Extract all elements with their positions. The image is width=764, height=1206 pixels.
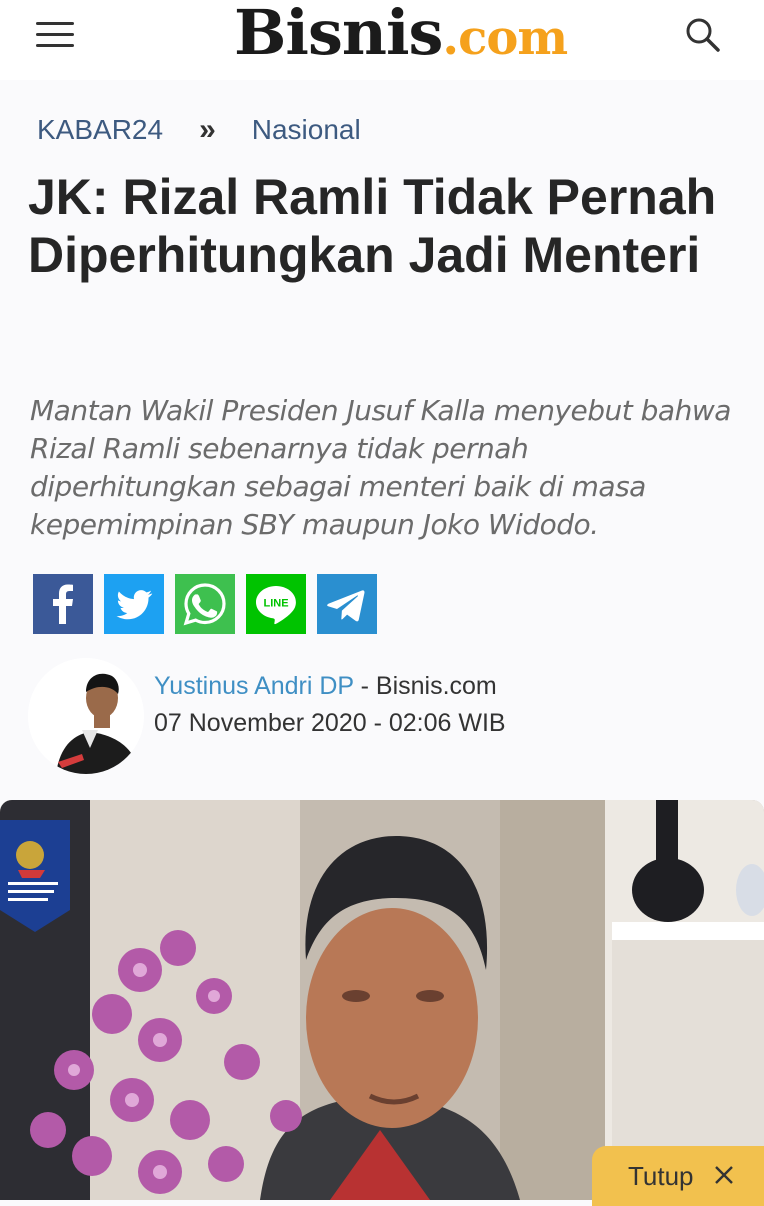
author-source: Bisnis.com (375, 672, 497, 700)
breadcrumb-section-link[interactable]: KABAR24 (37, 114, 163, 146)
line-icon: LINE (256, 586, 296, 625)
breadcrumb-separator: » (199, 113, 216, 146)
close-icon (714, 1161, 734, 1192)
share-line-button[interactable]: LINE (246, 574, 306, 634)
author-avatar[interactable] (28, 658, 144, 774)
telegram-icon (327, 590, 365, 622)
search-icon[interactable] (684, 16, 724, 56)
svg-text:LINE: LINE (263, 598, 288, 610)
close-banner-button[interactable]: Tutup (592, 1146, 764, 1206)
breadcrumb-category-link[interactable]: Nasional (252, 114, 361, 146)
article-lead: Mantan Wakil Presiden Jusuf Kalla menyeb… (30, 394, 731, 541)
share-bar: LINE (33, 574, 377, 634)
article-photo[interactable] (0, 800, 764, 1200)
breadcrumb: KABAR24 » Nasional (37, 110, 361, 150)
share-telegram-button[interactable] (317, 574, 377, 634)
hamburger-menu-icon[interactable] (36, 22, 76, 48)
author-name-link[interactable]: Yustinus Andri DP (154, 672, 354, 700)
site-logo[interactable]: Bisnis .com (234, 0, 568, 76)
share-facebook-button[interactable] (33, 574, 93, 634)
share-twitter-button[interactable] (104, 574, 164, 634)
logo-suffix: .com (442, 10, 568, 66)
close-banner-label: Tutup (628, 1160, 694, 1191)
site-header: Bisnis .com (0, 0, 764, 80)
logo-text: Bisnis (234, 0, 443, 69)
author-line: Yustinus Andri DP - Bisnis.com (154, 672, 497, 701)
publish-date: 07 November 2020 - 02:06 WIB (154, 709, 506, 737)
share-whatsapp-button[interactable] (175, 574, 235, 634)
facebook-icon (53, 584, 73, 624)
article-title: JK: Rizal Ramli Tidak Pernah Diperhitung… (28, 169, 717, 283)
twitter-icon (116, 590, 153, 620)
author-separator: - (353, 672, 376, 700)
whatsapp-icon (183, 583, 226, 626)
